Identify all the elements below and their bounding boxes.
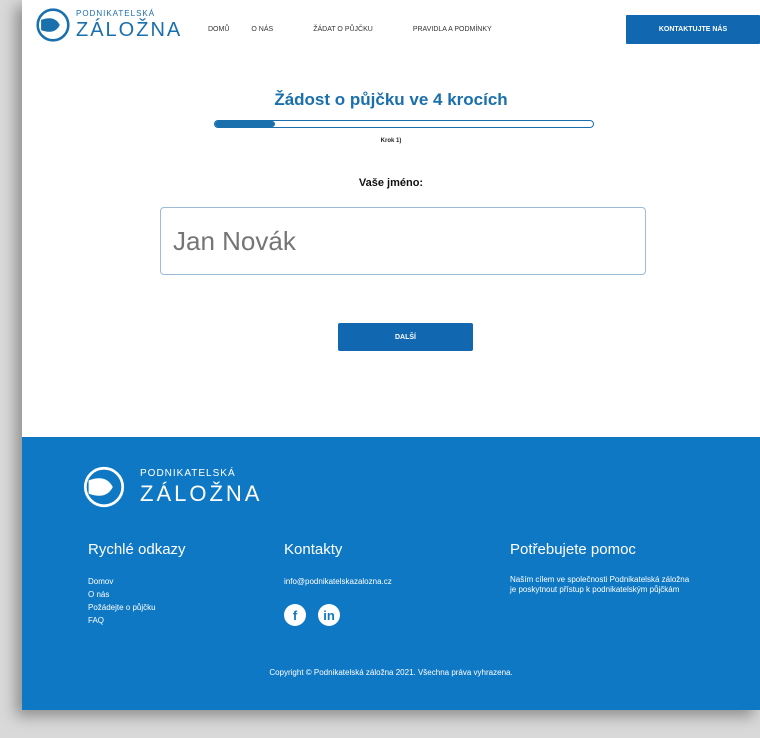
quick-links-column: Rychlé odkazy Domov O nás Požádejte o pů… — [88, 541, 186, 627]
help-text-line-1: Naším cílem ve společnosti Podnikatelská… — [510, 575, 690, 584]
main-nav: DOMŮ O NÁS ŽÁDAT O PŮJČKU PRAVIDLA A POD… — [208, 26, 492, 33]
footer-link-faq[interactable]: FAQ — [88, 614, 186, 627]
contact-email-link[interactable]: info@podnikatelskazalozna.cz — [284, 575, 392, 588]
linkedin-icon[interactable]: in — [318, 604, 340, 626]
nav-terms[interactable]: PRAVIDLA A PODMÍNKY — [413, 26, 492, 33]
name-input[interactable] — [160, 207, 646, 275]
copyright: Copyright © Podnikatelská záložna 2021. … — [269, 668, 513, 677]
logo-small-text: PODNIKATELSKÁ — [76, 9, 156, 18]
site-footer: PODNIKATELSKÁ ZÁLOŽNA Rychlé odkazy Domo… — [22, 437, 760, 710]
footer-logo[interactable]: PODNIKATELSKÁ ZÁLOŽNA — [82, 465, 262, 509]
step-label: Krok 1) — [380, 138, 402, 144]
facebook-icon[interactable]: f — [284, 604, 306, 626]
contact-us-button[interactable]: KONTAKTUJTE NÁS — [626, 15, 760, 44]
nav-apply-loan[interactable]: ŽÁDAT O PŮJČKU — [313, 26, 373, 33]
logo-mark-icon — [36, 8, 70, 42]
quick-links-heading: Rychlé odkazy — [88, 541, 186, 558]
contacts-heading: Kontakty — [284, 541, 343, 558]
nav-about[interactable]: O NÁS — [251, 26, 273, 33]
name-field-label: Vaše jméno: — [358, 177, 424, 189]
progress-bar — [214, 120, 594, 128]
nav-home[interactable]: DOMŮ — [208, 26, 229, 33]
logo-big-text: ZÁLOŽNA — [76, 19, 183, 41]
contacts-column: Kontakty info@podnikatelskazalozna.cz f … — [284, 541, 392, 626]
footer-link-about[interactable]: O nás — [88, 588, 186, 601]
form-title: Žádost o půjčku ve 4 krocích — [274, 90, 508, 109]
site-header: PODNIKATELSKÁ ZÁLOŽNA DOMŮ O NÁS ŽÁDAT O… — [22, 0, 760, 58]
progress-fill — [215, 121, 276, 127]
footer-link-home[interactable]: Domov — [88, 575, 186, 588]
footer-logo-big-text: ZÁLOŽNA — [140, 481, 263, 506]
social-links: f in — [284, 604, 392, 626]
logo[interactable]: PODNIKATELSKÁ ZÁLOŽNA — [36, 8, 182, 42]
footer-link-apply[interactable]: Požádejte o půjčku — [88, 601, 186, 614]
help-heading: Potřebujete pomoc — [510, 541, 636, 558]
page-frame: PODNIKATELSKÁ ZÁLOŽNA DOMŮ O NÁS ŽÁDAT O… — [22, 0, 760, 710]
help-text-line-2: je poskytnout přístup k podnikatelským p… — [510, 585, 680, 594]
footer-logo-small-text: PODNIKATELSKÁ — [140, 468, 236, 479]
next-button[interactable]: DALŠÍ — [338, 323, 473, 351]
help-column: Potřebujete pomoc Naším cílem ve společn… — [510, 541, 689, 595]
footer-logo-mark-icon — [83, 466, 125, 508]
